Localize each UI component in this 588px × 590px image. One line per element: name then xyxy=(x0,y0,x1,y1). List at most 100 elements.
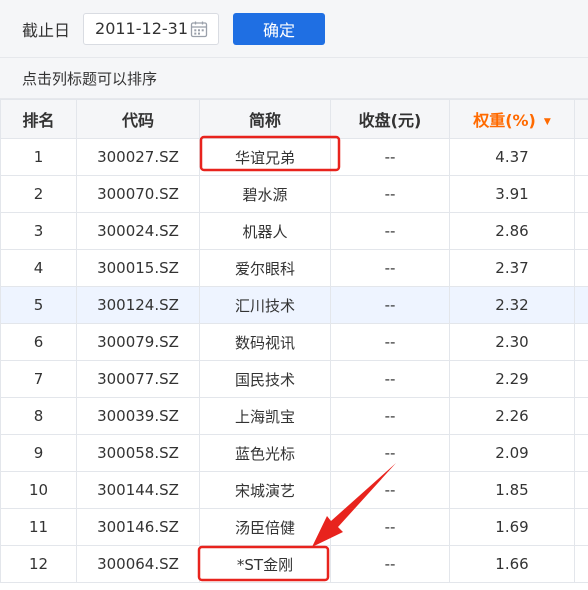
cell-code: 300070.SZ xyxy=(76,175,200,213)
cell-filler xyxy=(574,545,588,583)
cell-code: 300079.SZ xyxy=(76,323,200,361)
cell-rank: 8 xyxy=(0,397,77,435)
table-row[interactable]: 5 300124.SZ 汇川技术 -- 2.32 xyxy=(0,286,588,324)
cell-name: 上海凯宝 xyxy=(199,397,331,435)
column-header-close[interactable]: 收盘(元) xyxy=(330,99,450,139)
cell-filler xyxy=(574,471,588,509)
cell-weight: 4.37 xyxy=(449,138,575,176)
cell-close: -- xyxy=(330,323,450,361)
table-body: 1 300027.SZ 华谊兄弟 -- 4.37 2 300070.SZ 碧水源 -- 3.91 3… xyxy=(0,138,588,583)
cell-filler xyxy=(574,360,588,398)
cell-close: -- xyxy=(330,286,450,324)
cell-weight: 2.86 xyxy=(449,212,575,250)
cell-close: -- xyxy=(330,212,450,250)
cell-code: 300146.SZ xyxy=(76,508,200,546)
sort-hint-text: 点击列标题可以排序 xyxy=(22,69,158,88)
cell-weight: 1.69 xyxy=(449,508,575,546)
cell-weight: 2.30 xyxy=(449,323,575,361)
cell-rank: 2 xyxy=(0,175,77,213)
cell-name: 国民技术 xyxy=(199,360,331,398)
table-row[interactable]: 9 300058.SZ 蓝色光标 -- 2.09 xyxy=(0,434,588,472)
cell-weight: 2.29 xyxy=(449,360,575,398)
cell-code: 300144.SZ xyxy=(76,471,200,509)
date-input[interactable]: 2011-12-31 xyxy=(83,12,220,45)
column-header-rank[interactable]: 排名 xyxy=(0,99,77,139)
cell-rank: 10 xyxy=(0,471,77,509)
cell-weight: 2.37 xyxy=(449,249,575,287)
table-row[interactable]: 12 300064.SZ *ST金刚 -- 1.66 xyxy=(0,545,588,583)
table-row[interactable]: 11 300146.SZ 汤臣倍健 -- 1.69 xyxy=(0,508,588,546)
cell-close: -- xyxy=(330,545,450,583)
cell-rank: 12 xyxy=(0,545,77,583)
column-header-weight-label: 权重(%) xyxy=(473,111,536,130)
cell-weight: 2.26 xyxy=(449,397,575,435)
column-header-filler xyxy=(574,99,588,139)
cell-close: -- xyxy=(330,471,450,509)
cell-rank: 4 xyxy=(0,249,77,287)
cell-name: 机器人 xyxy=(199,212,331,250)
cell-rank: 11 xyxy=(0,508,77,546)
cell-weight: 2.32 xyxy=(449,286,575,324)
cell-weight: 1.66 xyxy=(449,545,575,583)
cell-name: 爱尔眼科 xyxy=(199,249,331,287)
cell-filler xyxy=(574,175,588,213)
cell-close: -- xyxy=(330,508,450,546)
table-row[interactable]: 10 300144.SZ 宋城演艺 -- 1.85 xyxy=(0,471,588,509)
cell-weight: 2.09 xyxy=(449,434,575,472)
cell-filler xyxy=(574,434,588,472)
cell-close: -- xyxy=(330,249,450,287)
cell-name: *ST金刚 xyxy=(199,545,331,583)
cell-code: 300064.SZ xyxy=(76,545,200,583)
table-row[interactable]: 6 300079.SZ 数码视讯 -- 2.30 xyxy=(0,323,588,361)
cell-code: 300058.SZ xyxy=(76,434,200,472)
cell-code: 300124.SZ xyxy=(76,286,200,324)
column-header-code[interactable]: 代码 xyxy=(76,99,200,139)
cell-code: 300039.SZ xyxy=(76,397,200,435)
table-row[interactable]: 3 300024.SZ 机器人 -- 2.86 xyxy=(0,212,588,250)
column-header-weight[interactable]: 权重(%) ▼ xyxy=(449,99,575,139)
table-row[interactable]: 8 300039.SZ 上海凯宝 -- 2.26 xyxy=(0,397,588,435)
constituents-table: 排名 代码 简称 收盘(元) 权重(%) ▼ 1 300027.SZ 华谊兄弟 -- 4.… xyxy=(0,99,588,583)
confirm-button[interactable]: 确定 xyxy=(233,12,326,45)
filter-toolbar: 截止日 2011-12-31 确定 xyxy=(0,0,588,58)
cell-filler xyxy=(574,249,588,287)
cell-name: 碧水源 xyxy=(199,175,331,213)
cell-rank: 1 xyxy=(0,138,77,176)
cell-name: 汤臣倍健 xyxy=(199,508,331,546)
cell-rank: 3 xyxy=(0,212,77,250)
cell-filler xyxy=(574,138,588,176)
calendar-icon[interactable] xyxy=(188,18,210,40)
column-header-name[interactable]: 简称 xyxy=(199,99,331,139)
cell-rank: 5 xyxy=(0,286,77,324)
table-header-row: 排名 代码 简称 收盘(元) 权重(%) ▼ xyxy=(0,99,588,139)
cell-close: -- xyxy=(330,138,450,176)
cell-close: -- xyxy=(330,434,450,472)
cell-weight: 1.85 xyxy=(449,471,575,509)
cell-name: 宋城演艺 xyxy=(199,471,331,509)
date-label: 截止日 xyxy=(22,20,71,40)
cell-filler xyxy=(574,286,588,324)
table-row[interactable]: 4 300015.SZ 爱尔眼科 -- 2.37 xyxy=(0,249,588,287)
sort-desc-icon: ▼ xyxy=(543,116,551,127)
table-row[interactable]: 1 300027.SZ 华谊兄弟 -- 4.37 xyxy=(0,138,588,176)
cell-name: 蓝色光标 xyxy=(199,434,331,472)
cell-close: -- xyxy=(330,360,450,398)
cell-filler xyxy=(574,323,588,361)
sort-hint-bar: 点击列标题可以排序 xyxy=(0,58,588,99)
cell-close: -- xyxy=(330,397,450,435)
cell-name: 华谊兄弟 xyxy=(199,138,331,176)
cell-name: 汇川技术 xyxy=(199,286,331,324)
cell-rank: 7 xyxy=(0,360,77,398)
table-row[interactable]: 2 300070.SZ 碧水源 -- 3.91 xyxy=(0,175,588,213)
cell-name: 数码视讯 xyxy=(199,323,331,361)
cell-rank: 6 xyxy=(0,323,77,361)
cell-code: 300015.SZ xyxy=(76,249,200,287)
cell-code: 300077.SZ xyxy=(76,360,200,398)
cell-close: -- xyxy=(330,175,450,213)
table-row[interactable]: 7 300077.SZ 国民技术 -- 2.29 xyxy=(0,360,588,398)
cell-code: 300027.SZ xyxy=(76,138,200,176)
cell-rank: 9 xyxy=(0,434,77,472)
date-value[interactable]: 2011-12-31 xyxy=(95,19,188,38)
cell-filler xyxy=(574,508,588,546)
cell-filler xyxy=(574,212,588,250)
